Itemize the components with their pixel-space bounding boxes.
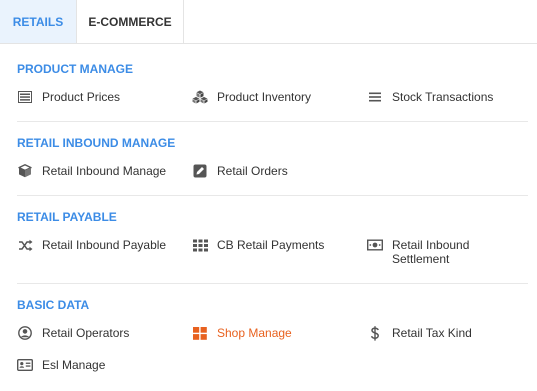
menu-item-label: Retail Orders [217,164,288,178]
section-title-basic-data: BASIC DATA [17,298,90,312]
tab-e-commerce[interactable]: E-COMMERCE [77,0,184,43]
menu-item-retail-tax-kind[interactable]: Retail Tax Kind [367,325,472,341]
price-list-icon [17,90,33,104]
edit-icon [192,164,208,178]
shop-grid-icon [192,326,208,340]
menu-item-label-line1: Retail Inbound [392,238,470,252]
menu-item-label: Retail Tax Kind [392,326,472,340]
menu-item-label: Product Prices [42,90,121,104]
section-divider [17,195,528,196]
menu-item-stock-transactions[interactable]: Stock Transactions [367,90,493,104]
menu-item-product-prices[interactable]: Product Prices [17,90,120,104]
menu-item-retail-inbound-manage[interactable]: Retail Inbound Manage [17,164,166,178]
menu-item-shop-manage[interactable]: Shop Manage [192,326,292,340]
box-icon [17,164,33,178]
tab-bar: RETAILS E-COMMERCE [0,0,537,44]
section-title-product-manage: PRODUCT MANAGE [17,62,133,76]
id-card-icon [17,358,33,372]
user-circle-icon [17,326,33,340]
menu-item-label: Product Inventory [217,90,312,104]
menu-item-retail-orders[interactable]: Retail Orders [192,164,288,178]
menu-item-label: Retail Inbound Payable [42,238,167,252]
menu-item-label: Stock Transactions [392,90,494,104]
list-icon [367,90,383,104]
menu-item-label: Retail Inbound Manage [42,164,167,178]
section-title-retail-inbound-manage: RETAIL INBOUND MANAGE [17,136,176,150]
dollar-icon [367,325,383,341]
section-divider [17,121,528,122]
menu-item-esl-manage[interactable]: Esl Manage [17,358,105,372]
menu-item-retail-inbound-payable[interactable]: Retail Inbound Payable [17,238,166,252]
section-divider [17,283,528,284]
menu-item-label: Retail Operators [42,326,130,340]
menu-item-retail-operators[interactable]: Retail Operators [17,326,129,340]
tab-retails[interactable]: RETAILS [0,0,77,43]
menu-item-label: Shop Manage [217,326,292,340]
section-title-retail-payable: RETAIL PAYABLE [17,210,117,224]
menu-item-label: CB Retail Payments [217,238,325,252]
menu-item-label-line2: Settlement [392,252,450,266]
menu-panel: RETAILS E-COMMERCE PRODUCT MANAGE Produc… [0,0,537,391]
menu-item-label: Retail Inbound Settlement [392,238,469,266]
money-bill-icon [367,238,383,252]
shuffle-icon [17,238,33,252]
menu-item-retail-inbound-settlement[interactable]: Retail Inbound Settlement [367,238,469,266]
cubes-icon [192,90,208,104]
menu-item-label: Esl Manage [42,358,106,372]
menu-item-product-inventory[interactable]: Product Inventory [192,90,311,104]
menu-item-cb-retail-payments[interactable]: CB Retail Payments [192,238,324,252]
grid-icon [192,238,208,252]
